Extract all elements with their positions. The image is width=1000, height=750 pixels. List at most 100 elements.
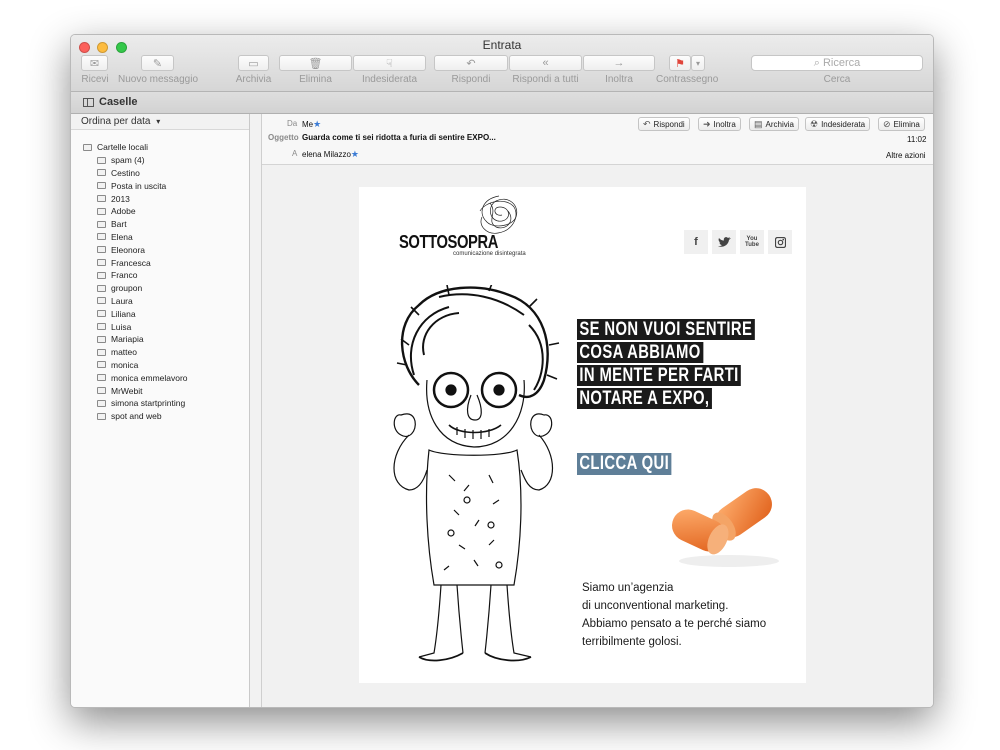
archive-box-icon: ▭	[248, 57, 259, 70]
folder-item[interactable]: matteo	[83, 346, 188, 359]
folder-label: Elena	[111, 231, 133, 242]
character-illustration	[393, 285, 560, 662]
header-forward-label: Inoltra	[713, 119, 736, 129]
delete-circle-icon: ⊘	[883, 118, 891, 129]
twitter-icon[interactable]	[712, 230, 736, 254]
header-archive-button[interactable]: ▤ Archivia	[749, 117, 799, 131]
junk-icon: ☢	[810, 118, 819, 129]
sort-menu[interactable]: Ordina per data ▾	[71, 114, 249, 130]
more-actions-link[interactable]: Altre azioni	[886, 151, 926, 160]
thumbs-down-icon: ☟	[386, 57, 393, 70]
forward-label: Inoltra	[605, 74, 633, 85]
to-value[interactable]: elena Milazzo★	[302, 149, 359, 160]
outbox-icon	[97, 182, 106, 190]
folder-icon	[97, 195, 106, 203]
folder-item[interactable]: groupon	[83, 282, 188, 295]
from-value[interactable]: Me★	[302, 119, 321, 130]
trash-icon: 🗑	[308, 57, 323, 70]
click-here-link[interactable]: CLICCA QUI	[577, 453, 672, 475]
header-junk-button[interactable]: ☢ Indesiderata	[805, 117, 871, 131]
folder-item[interactable]: monica emmelavoro	[83, 371, 188, 384]
folder-local[interactable]: Cartelle locali	[83, 141, 188, 154]
flag-menu-button[interactable]: ▾	[691, 55, 705, 71]
search-placeholder: Ricerca	[822, 57, 861, 69]
star-icon: ★	[350, 149, 359, 159]
folder-item[interactable]: MrWebit	[83, 384, 188, 397]
folder-item[interactable]: Cestino	[83, 167, 188, 180]
forward-button[interactable]: →	[583, 55, 655, 71]
headline-block: SE NON VUOI SENTIRE COSA ABBIAMO IN MENT…	[577, 319, 805, 411]
folder-icon	[97, 246, 106, 254]
folder-item[interactable]: Eleonora	[83, 243, 188, 256]
youtube-icon[interactable]: You Tube	[740, 230, 764, 254]
junk-label: Indesiderata	[361, 74, 418, 85]
header-reply-label: Rispondi	[653, 119, 685, 129]
folder-label: monica emmelavoro	[111, 372, 188, 383]
facebook-icon[interactable]: f	[684, 230, 708, 254]
header-forward-button[interactable]: ➜ Inoltra	[698, 117, 741, 131]
folder-item[interactable]: Liliana	[83, 307, 188, 320]
archive-button[interactable]: ▭	[238, 55, 269, 71]
delete-button[interactable]: 🗑	[279, 55, 352, 71]
folder-item[interactable]: Bart	[83, 218, 188, 231]
header-delete-label: Elimina	[893, 119, 920, 129]
folder-label: Luisa	[111, 321, 132, 332]
folder-item[interactable]: Adobe	[83, 205, 188, 218]
folder-icon	[97, 361, 106, 369]
subject-label: Oggetto	[268, 133, 299, 142]
brand-logo: SOTTOSOPRA	[399, 232, 498, 252]
reply-all-label: Rispondi a tutti	[512, 74, 579, 85]
folder-item[interactable]: Laura	[83, 295, 188, 308]
folder-label: Mariapia	[111, 334, 144, 345]
folder-label: spam (4)	[111, 155, 145, 166]
new-message-button[interactable]: ✎	[141, 55, 174, 71]
chevron-down-icon: ▾	[156, 117, 161, 126]
folder-item[interactable]: Franco	[83, 269, 188, 282]
folder-item[interactable]: monica	[83, 359, 188, 372]
search-field[interactable]: ⌕ Ricerca	[751, 55, 923, 71]
folder-label: Cestino	[111, 167, 140, 178]
folder-item[interactable]: 2013	[83, 192, 188, 205]
flag-button[interactable]: ⚑	[669, 55, 691, 71]
reply-all-arrow-icon: «	[542, 57, 549, 69]
folder-icon	[97, 233, 106, 241]
junk-button[interactable]: ☟	[353, 55, 426, 71]
from-label: Da	[287, 119, 298, 128]
folder-item[interactable]: spot and web	[83, 410, 188, 423]
mailboxes-button[interactable]: Caselle	[83, 96, 138, 108]
headline-line: IN MENTE PER FARTI	[577, 365, 742, 386]
folder-icon	[97, 335, 106, 343]
compose-icon: ✎	[152, 57, 163, 70]
reply-label: Rispondi	[451, 74, 491, 85]
receive-button[interactable]: ✉	[81, 55, 108, 71]
sidebar-toggle-icon	[83, 97, 94, 107]
folder-item[interactable]: Mariapia	[83, 333, 188, 346]
recipient-name: elena Milazzo	[302, 150, 351, 159]
spam-folder-icon	[97, 156, 106, 164]
folder-label: Posta in uscita	[111, 180, 167, 191]
header-reply-button[interactable]: ↶ Rispondi	[638, 117, 690, 131]
body-line: di unconventional marketing.	[582, 600, 729, 612]
reply-button[interactable]: ↶	[434, 55, 508, 71]
folder-item[interactable]: Francesca	[83, 256, 188, 269]
folder-icon	[97, 310, 106, 318]
instagram-icon[interactable]	[768, 230, 792, 254]
folder-item[interactable]: Posta in uscita	[83, 179, 188, 192]
sender-name: Me	[302, 120, 314, 129]
folder-icon	[97, 374, 106, 382]
folder-item[interactable]: spam (4)	[83, 154, 188, 167]
body-line: terribilmente golosi.	[582, 636, 682, 648]
flag-label: Contrassegno	[656, 74, 719, 85]
subject-value: Guarda come ti sei ridotta a furia di se…	[302, 133, 496, 142]
folder-item[interactable]: simona startprinting	[83, 397, 188, 410]
folder-item[interactable]: Luisa	[83, 320, 188, 333]
folder-item[interactable]: Elena	[83, 231, 188, 244]
computer-icon	[83, 143, 92, 151]
folder-icon	[97, 220, 106, 228]
header-delete-button[interactable]: ⊘ Elimina	[878, 117, 925, 131]
header-junk-label: Indesiderata	[821, 119, 866, 129]
message-list-pane	[250, 114, 262, 707]
reply-all-button[interactable]: «	[509, 55, 582, 71]
folder-label: Laura	[111, 295, 133, 306]
new-message-label: Nuovo messaggio	[117, 74, 199, 85]
